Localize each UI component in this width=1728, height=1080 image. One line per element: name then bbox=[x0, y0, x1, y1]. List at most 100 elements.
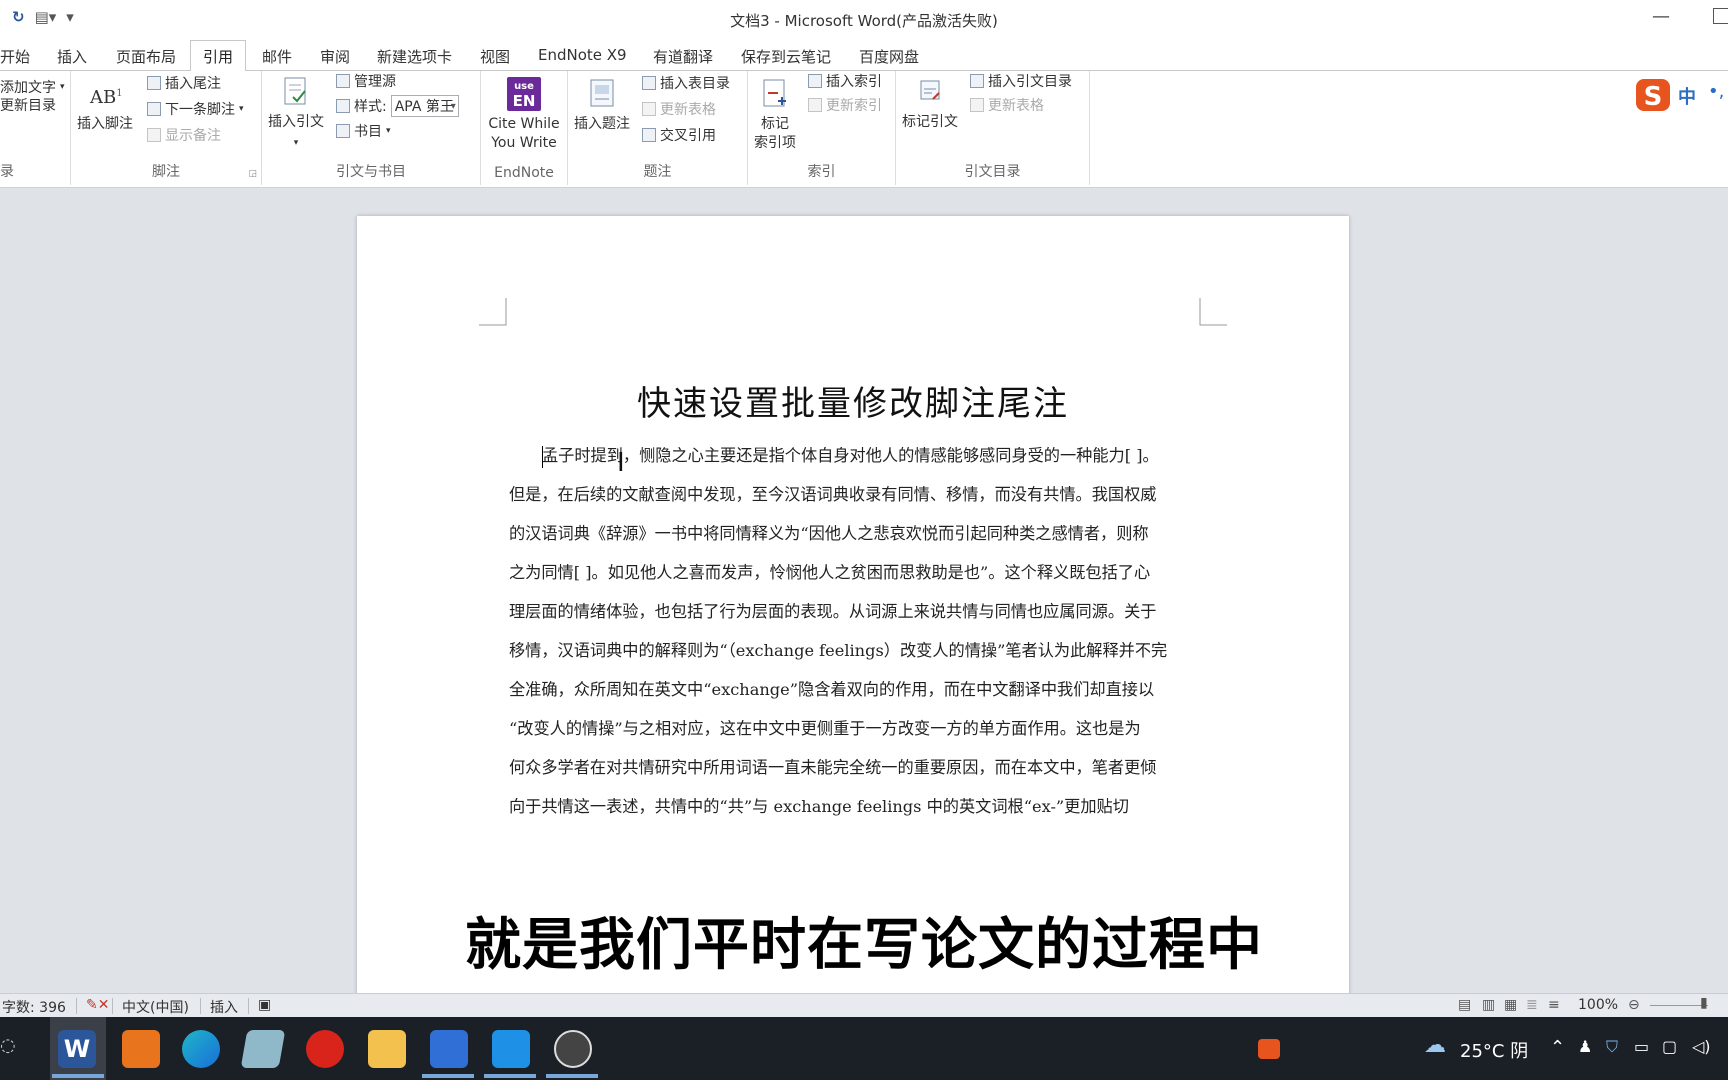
document-paragraph[interactable]: 孟子时提到，恻隐之心主要还是指个体自身对他人的情感能够感同身受的一种能力[ ]。… bbox=[509, 436, 1199, 826]
tab-5[interactable]: 审阅 bbox=[320, 46, 350, 67]
volume-icon[interactable]: ◁) bbox=[1692, 1037, 1711, 1056]
minimize-icon[interactable]: — bbox=[1652, 6, 1670, 27]
mark-entry-button[interactable]: 标记 索引项 bbox=[754, 77, 796, 153]
sogou-logo-icon: S bbox=[1636, 79, 1670, 112]
group-footnotes: AB1 插入脚注 插入尾注 下一条脚注 ▾ 显示备注 脚注 ◲ bbox=[71, 71, 262, 185]
insert-citation-button[interactable]: 插入引文 ▾ bbox=[268, 75, 324, 153]
insert-index-button[interactable]: 插入索引 bbox=[808, 71, 882, 91]
language-indicator[interactable]: 中文(中国) bbox=[122, 997, 189, 1017]
zoom-level[interactable]: 100% bbox=[1578, 997, 1618, 1013]
word-app-icon[interactable]: W bbox=[58, 1030, 96, 1068]
style-dropdown[interactable]: APA 第王 bbox=[390, 95, 459, 118]
chevron-up-icon[interactable]: ⌃ bbox=[1550, 1037, 1565, 1058]
insert-table-of-figures-button[interactable]: 插入表目录 bbox=[642, 73, 730, 93]
pdf-app-icon[interactable] bbox=[122, 1030, 160, 1068]
style-selector[interactable]: 样式: APA 第王 bbox=[336, 95, 459, 118]
search-icon[interactable]: ◌ bbox=[0, 1035, 16, 1056]
show-notes-button[interactable]: 显示备注 bbox=[147, 125, 221, 145]
document-page[interactable]: 快速设置批量修改脚注尾注 孟子时提到，恻隐之心主要还是指个体自身对他人的情感能够… bbox=[357, 216, 1349, 993]
cite-while-you-write-button[interactable]: use EN Cite While You Write bbox=[486, 77, 562, 153]
insert-citation-icon bbox=[284, 77, 306, 105]
file-explorer-icon[interactable] bbox=[368, 1030, 406, 1068]
tab-4[interactable]: 邮件 bbox=[262, 46, 292, 67]
maximize-icon[interactable] bbox=[1713, 8, 1728, 24]
insert-caption-button[interactable]: 插入题注 bbox=[574, 77, 630, 134]
group-label: 脚注 bbox=[152, 164, 180, 180]
update-table-button[interactable]: 更新表格 bbox=[642, 99, 716, 119]
tab-1[interactable]: 插入 bbox=[57, 46, 87, 67]
status-bar: 字数: 396 ✎✕ 中文(中国) 插入 ▣ ▤ ▥ ▦ ≣ ≡ 100% ⊖ … bbox=[0, 993, 1728, 1018]
tab-6[interactable]: 新建选项卡 bbox=[377, 46, 452, 67]
shield-icon[interactable]: ⛉ bbox=[1606, 1037, 1618, 1057]
dialog-launcher-icon[interactable]: ◲ bbox=[248, 169, 257, 179]
tab-10[interactable]: 保存到云笔记 bbox=[741, 46, 831, 67]
insert-caption-icon bbox=[590, 79, 614, 107]
proofing-icon[interactable]: ✎✕ bbox=[86, 997, 109, 1013]
tab-9[interactable]: 有道翻译 bbox=[653, 46, 713, 67]
group-captions: 插入题注 插入表目录 更新表格 交叉引用 题注 bbox=[568, 71, 748, 185]
update-index-button[interactable]: 更新索引 bbox=[808, 95, 882, 115]
insert-toa-button[interactable]: 插入引文目录 bbox=[970, 71, 1072, 91]
update-toc-button[interactable]: 更新目录 bbox=[0, 95, 56, 115]
insert-mode-indicator[interactable]: 插入 bbox=[210, 997, 238, 1017]
insert-endnote-button[interactable]: 插入尾注 bbox=[147, 73, 221, 93]
update-toa-button[interactable]: 更新表格 bbox=[970, 95, 1044, 115]
outline-view-icon[interactable]: ≣ bbox=[1526, 997, 1538, 1013]
ime-toolbar[interactable]: S 中 •, bbox=[1632, 75, 1728, 115]
group-toc: 添加文字 ▾ 更新目录 录 bbox=[0, 71, 71, 185]
footnote-icon: AB1 bbox=[90, 87, 123, 108]
paragraph-line: 全准确，众所周知在英文中“exchange”隐含着双向的作用，而在中文翻译中我们… bbox=[509, 680, 1155, 699]
window-title: 文档3 - Microsoft Word(产品激活失败) bbox=[730, 12, 998, 30]
draft-view-icon[interactable]: ≡ bbox=[1548, 997, 1560, 1013]
edge-browser-icon[interactable] bbox=[182, 1030, 220, 1068]
tab-3[interactable]: 引用 bbox=[190, 40, 247, 73]
rss-app-icon[interactable] bbox=[430, 1030, 468, 1068]
manage-sources-icon bbox=[336, 74, 350, 88]
zoom-out-icon[interactable]: ⊖ bbox=[1628, 997, 1640, 1013]
manage-sources-button[interactable]: 管理源 bbox=[336, 71, 396, 91]
netease-music-icon[interactable] bbox=[306, 1030, 344, 1068]
network-icon[interactable]: ▢ bbox=[1662, 1037, 1677, 1056]
cloud-icon: ☁ bbox=[1424, 1033, 1446, 1058]
print-layout-icon[interactable]: ▤ bbox=[1458, 997, 1471, 1013]
paragraph-line: 的汉语词典《辞源》一书中将同情释义为“因他人之悲哀欢悦而引起同种类之感情者，则称 bbox=[509, 524, 1149, 543]
tab-11[interactable]: 百度网盘 bbox=[859, 46, 919, 67]
add-text-button[interactable]: 添加文字 ▾ bbox=[0, 77, 65, 97]
endnote-logo-icon: use EN bbox=[507, 77, 541, 111]
phone-app-icon[interactable] bbox=[492, 1030, 530, 1068]
paragraph-line: 孟子时提到，恻隐之心主要还是指个体自身对他人的情感能够感同身受的一种能力[ ]。 bbox=[542, 446, 1159, 465]
mark-citation-button[interactable]: 标记引文 bbox=[902, 75, 958, 132]
word-count[interactable]: 字数: 396 bbox=[2, 997, 66, 1017]
group-label: 引文目录 bbox=[964, 164, 1021, 180]
insert-footnote-button[interactable]: AB1 插入脚注 bbox=[77, 77, 133, 134]
weather-text[interactable]: 25°C 阴 bbox=[1460, 1037, 1528, 1063]
paragraph-line: 向于共情这一表述，共情中的“共”与 exchange feelings 中的英文… bbox=[509, 797, 1129, 816]
qq-tray-icon[interactable]: ♟ bbox=[1578, 1037, 1592, 1056]
group-label: 题注 bbox=[643, 164, 672, 180]
web-layout-icon[interactable]: ▦ bbox=[1504, 997, 1517, 1013]
zoom-slider-handle[interactable]: ▮ bbox=[1700, 995, 1708, 1011]
cross-reference-button[interactable]: 交叉引用 bbox=[642, 125, 716, 145]
table-of-figures-icon bbox=[642, 76, 656, 90]
next-footnote-button[interactable]: 下一条脚注 ▾ bbox=[147, 99, 244, 119]
sogou-tray-icon[interactable] bbox=[1258, 1039, 1280, 1059]
active-app-indicator bbox=[52, 1074, 104, 1078]
taskbar: ◌ W ☁ 25°C 阴 ⌃ ♟ ⛉ ▭ ▢ ◁) bbox=[0, 1017, 1728, 1080]
group-label: EndNote bbox=[494, 165, 554, 181]
macro-record-icon[interactable]: ▣ bbox=[258, 997, 271, 1013]
screen-recorder-icon[interactable] bbox=[554, 1030, 592, 1068]
group-label: 录 bbox=[0, 164, 14, 180]
tab-2[interactable]: 页面布局 bbox=[116, 46, 176, 67]
tab-0[interactable]: 开始 bbox=[0, 46, 30, 67]
battery-icon[interactable]: ▭ bbox=[1634, 1037, 1649, 1056]
tab-8[interactable]: EndNote X9 bbox=[538, 46, 627, 64]
document-area[interactable]: 快速设置批量修改脚注尾注 孟子时提到，恻隐之心主要还是指个体自身对他人的情感能够… bbox=[0, 188, 1728, 993]
margin-corner-mark bbox=[479, 298, 507, 326]
bibliography-button[interactable]: 书目 ▾ bbox=[336, 121, 391, 141]
notes-app-icon[interactable] bbox=[240, 1030, 286, 1068]
tab-7[interactable]: 视图 bbox=[480, 46, 510, 67]
full-screen-reading-icon[interactable]: ▥ bbox=[1482, 997, 1495, 1013]
margin-corner-mark bbox=[1199, 298, 1227, 326]
update-toa-icon bbox=[970, 98, 984, 112]
paragraph-line: 但是，在后续的文献查阅中发现，至今汉语词典收录有同情、移情，而没有共情。我国权威 bbox=[509, 485, 1157, 504]
